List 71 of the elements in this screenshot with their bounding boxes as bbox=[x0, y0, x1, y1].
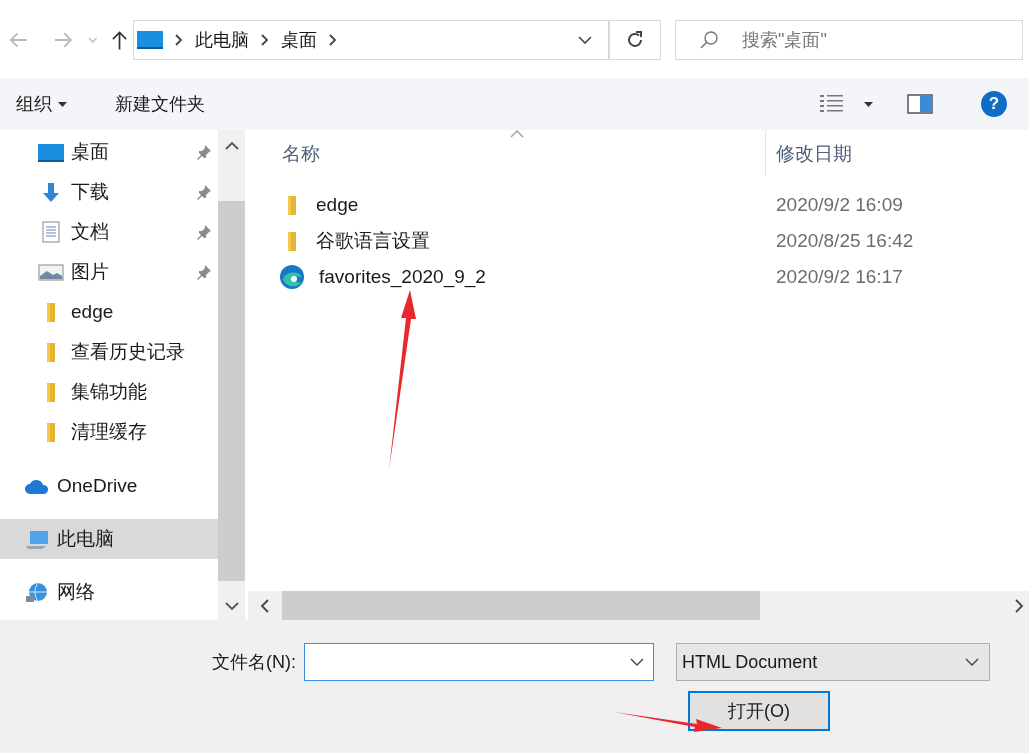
organize-menu-button[interactable]: 组织 bbox=[16, 90, 67, 118]
sidebar-item[interactable]: 文档 bbox=[0, 212, 218, 252]
browser-logo-icon bbox=[279, 264, 305, 290]
horizontal-scrollbar[interactable] bbox=[248, 591, 1029, 620]
pin-icon[interactable] bbox=[196, 184, 212, 200]
sidebar-item[interactable]: 集锦功能 bbox=[0, 372, 218, 412]
sidebar-item[interactable]: 查看历史记录 bbox=[0, 332, 218, 372]
scroll-up-icon[interactable] bbox=[224, 141, 239, 151]
sidebar-item[interactable]: 此电脑 bbox=[0, 519, 218, 559]
caret-icon bbox=[965, 658, 979, 666]
file-row[interactable]: edge 2020/9/2 16:09 bbox=[248, 187, 1029, 223]
help-button[interactable]: ? bbox=[981, 91, 1007, 117]
folder-icon bbox=[47, 302, 55, 322]
sidebar-item[interactable]: 桌面 bbox=[0, 132, 218, 172]
scrollbar-thumb[interactable] bbox=[282, 591, 760, 620]
open-button[interactable]: 打开(O) bbox=[688, 691, 830, 731]
sidebar-item[interactable]: 图片 bbox=[0, 252, 218, 292]
scrollbar-thumb[interactable] bbox=[218, 201, 245, 581]
filename-label: 文件名(N): bbox=[212, 650, 296, 674]
folder-icon bbox=[47, 422, 55, 442]
search-field[interactable]: 搜索"桌面" bbox=[675, 20, 1023, 60]
preview-pane-icon[interactable] bbox=[907, 94, 933, 114]
file-date: 2020/9/2 16:09 bbox=[776, 192, 903, 217]
file-name[interactable]: edge bbox=[316, 190, 359, 220]
computer-icon bbox=[137, 31, 164, 49]
pin-icon[interactable] bbox=[196, 144, 212, 160]
folder-icon bbox=[47, 342, 55, 362]
file-row[interactable]: favorites_2020_9_2 2020/9/2 16:17 bbox=[248, 259, 1029, 295]
folder-icon bbox=[288, 195, 296, 215]
breadcrumb[interactable]: 桌面 bbox=[281, 26, 318, 54]
sort-ascending-icon bbox=[510, 130, 524, 138]
pin-icon[interactable] bbox=[196, 264, 212, 280]
up-arrow-icon[interactable] bbox=[111, 29, 129, 51]
scroll-down-icon[interactable] bbox=[224, 601, 239, 611]
scroll-right-icon[interactable] bbox=[1014, 598, 1024, 613]
address-bar[interactable]: 此电脑 桌面 bbox=[133, 20, 610, 60]
globe-icon bbox=[24, 581, 50, 603]
column-header[interactable]: 名称 bbox=[282, 143, 320, 164]
file-name[interactable]: favorites_2020_9_2 bbox=[319, 262, 486, 292]
caret-icon bbox=[58, 101, 67, 107]
search-icon bbox=[699, 30, 719, 50]
caret-icon[interactable] bbox=[864, 101, 873, 107]
column-header[interactable]: 修改日期 bbox=[776, 143, 852, 164]
scrollbar[interactable] bbox=[218, 130, 245, 620]
chevron-right-icon[interactable] bbox=[175, 34, 184, 46]
filename-field[interactable] bbox=[304, 643, 654, 681]
sidebar-item[interactable]: 清理缓存 bbox=[0, 412, 218, 452]
folder-icon bbox=[288, 231, 296, 251]
caret-icon[interactable] bbox=[577, 36, 592, 44]
chevron-right-icon[interactable] bbox=[329, 34, 338, 46]
folder-icon bbox=[47, 382, 55, 402]
picture-icon bbox=[38, 261, 64, 283]
chevron-right-icon[interactable] bbox=[261, 34, 270, 46]
file-date: 2020/8/25 16:42 bbox=[776, 228, 914, 253]
breadcrumb[interactable]: 此电脑 bbox=[195, 26, 250, 54]
file-row[interactable]: 谷歌语言设置 2020/8/25 16:42 bbox=[248, 223, 1029, 259]
file-type-dropdown[interactable]: HTML Document bbox=[676, 643, 990, 681]
refresh-button[interactable] bbox=[609, 20, 661, 60]
sidebar-item[interactable]: 网络 bbox=[0, 572, 218, 612]
caret-icon[interactable] bbox=[630, 658, 644, 666]
sidebar-item[interactable]: OneDrive bbox=[0, 466, 218, 506]
computer-icon bbox=[24, 528, 50, 550]
new-folder-button[interactable]: 新建文件夹 bbox=[115, 90, 205, 118]
file-date: 2020/9/2 16:17 bbox=[776, 264, 903, 289]
sidebar-item[interactable]: edge bbox=[0, 292, 218, 332]
scroll-left-icon[interactable] bbox=[260, 598, 270, 613]
view-list-icon[interactable] bbox=[820, 94, 844, 114]
desktop-icon bbox=[38, 141, 64, 163]
pin-icon[interactable] bbox=[196, 224, 212, 240]
file-name[interactable]: 谷歌语言设置 bbox=[316, 226, 430, 256]
sidebar-item[interactable]: 下载 bbox=[0, 172, 218, 212]
